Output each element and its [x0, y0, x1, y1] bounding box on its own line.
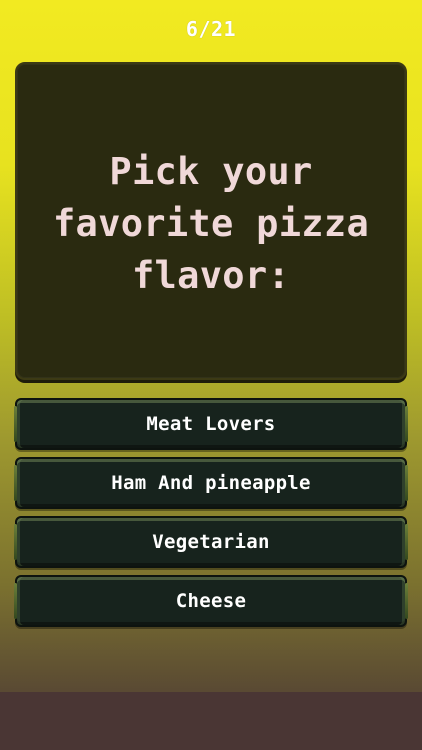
answer-button-meat-lovers[interactable]: Meat Lovers — [14, 398, 408, 450]
answer-label: Vegetarian — [152, 531, 270, 553]
question-text: Pick your favorite pizza flavor: — [52, 150, 370, 297]
answer-label: Ham And pineapple — [111, 472, 311, 494]
answer-label: Cheese — [175, 590, 247, 612]
bottom-bar — [0, 692, 422, 750]
answer-label: Meat Lovers — [146, 413, 276, 435]
answer-button-vegetarian[interactable]: Vegetarian — [14, 516, 408, 568]
answer-button-ham-and-pineapple[interactable]: Ham And pineapple — [14, 457, 408, 509]
answer-list: Meat Lovers Ham And pineapple Vegetarian… — [14, 398, 408, 634]
question-counter: 6/21 — [185, 17, 237, 41]
question-card: Pick your favorite pizza flavor: — [15, 62, 407, 380]
answer-button-cheese[interactable]: Cheese — [14, 575, 408, 627]
